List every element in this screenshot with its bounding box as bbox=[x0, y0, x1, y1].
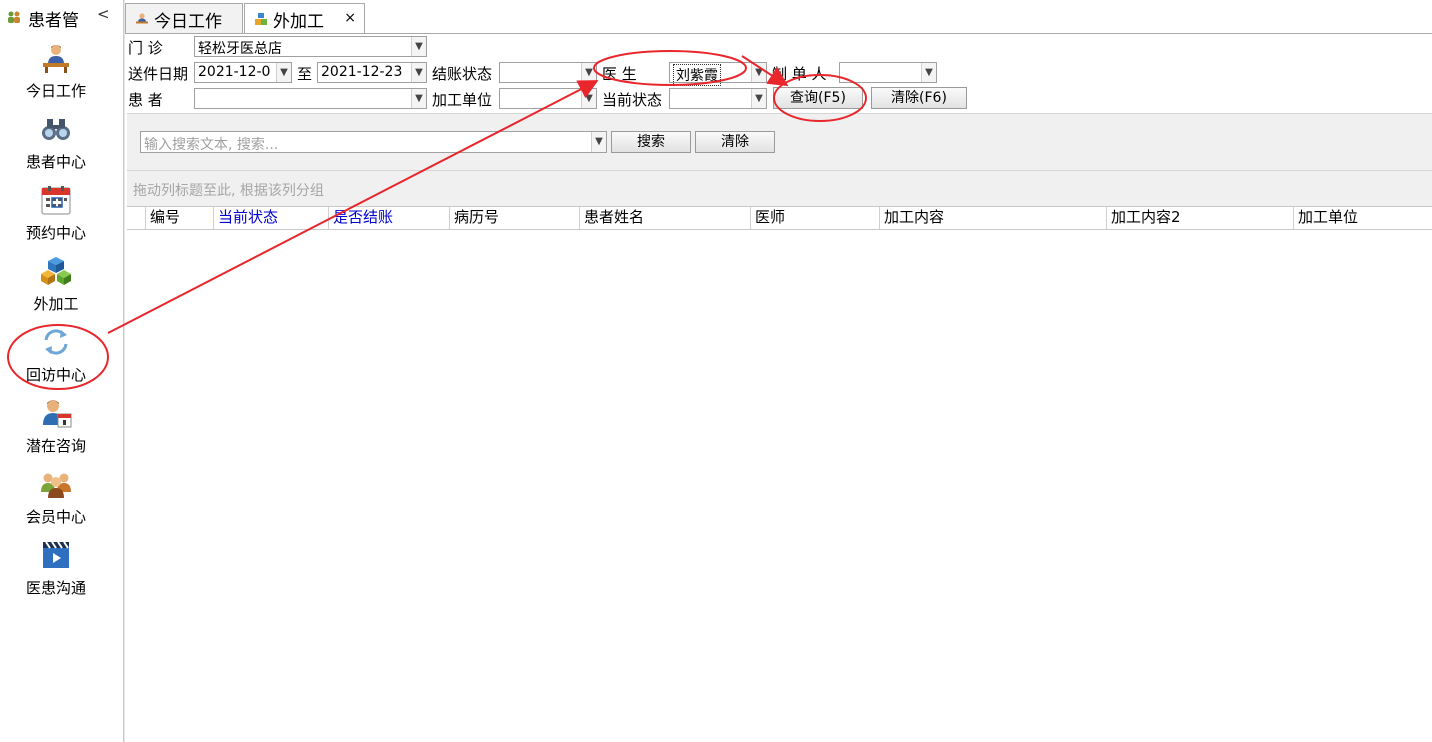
clinic-label: 门 诊 bbox=[128, 39, 163, 57]
chevron-down-icon[interactable]: ▼ bbox=[411, 89, 426, 108]
doctor-label: 医 生 bbox=[602, 65, 637, 83]
tab-outsourcing[interactable]: 外加工 × bbox=[244, 3, 365, 34]
sidebar-item-outsourcing[interactable]: 外加工 bbox=[0, 255, 112, 321]
column-header-record-no[interactable]: 病历号 bbox=[450, 207, 580, 229]
lab-select[interactable]: ▼ bbox=[499, 88, 597, 109]
search-button[interactable]: 搜索 bbox=[611, 131, 691, 153]
lab-label: 加工单位 bbox=[432, 91, 493, 109]
chevron-down-icon[interactable]: ▼ bbox=[276, 63, 291, 82]
sidebar-item-appointment-center[interactable]: 预约中心 bbox=[0, 184, 112, 250]
sidebar-item-followup-center[interactable]: 回访中心 bbox=[0, 326, 112, 392]
chevron-down-icon[interactable]: ▼ bbox=[751, 89, 766, 108]
chevron-down-icon[interactable]: ▼ bbox=[921, 63, 936, 82]
clinic-value: 轻松牙医总店 bbox=[198, 41, 282, 57]
grid-body[interactable] bbox=[127, 230, 1432, 742]
group-by-hint: 拖动列标题至此, 根据该列分组 bbox=[133, 183, 324, 199]
sidebar-item-today-work[interactable]: 今日工作 bbox=[0, 42, 112, 108]
column-header-id[interactable]: 编号 bbox=[146, 207, 214, 229]
sidebar-item-member-center[interactable]: 会员中心 bbox=[0, 468, 112, 534]
clinic-select[interactable]: 轻松牙医总店 ▼ bbox=[194, 36, 427, 57]
sidebar-item-patient-center[interactable]: 患者中心 bbox=[0, 113, 112, 179]
send-date-label: 送件日期 bbox=[128, 65, 189, 83]
people-group-icon bbox=[8, 11, 20, 23]
sidebar-item-label: 回访中心 bbox=[25, 366, 86, 384]
patient-select[interactable]: ▼ bbox=[194, 88, 427, 109]
column-header-patient-name[interactable]: 患者姓名 bbox=[580, 207, 751, 229]
sidebar-item-label: 今日工作 bbox=[25, 82, 86, 100]
chevron-down-icon[interactable]: ▼ bbox=[581, 63, 596, 82]
chevron-down-icon[interactable]: ▼ bbox=[411, 63, 426, 82]
date-from-value: 2021-12-0 bbox=[198, 64, 271, 80]
sidebar-header: 患者管 < bbox=[0, 0, 122, 34]
search-input[interactable]: 输入搜索文本, 搜索... ▼ bbox=[140, 131, 607, 153]
tab-today-work[interactable]: 今日工作 bbox=[125, 3, 243, 33]
current-status-select[interactable]: ▼ bbox=[669, 88, 767, 109]
query-button[interactable]: 查询(F5) bbox=[773, 87, 863, 109]
sidebar-item-label: 潜在咨询 bbox=[25, 437, 86, 455]
column-header-current-status[interactable]: 当前状态 bbox=[214, 207, 329, 229]
refresh-cycle-icon bbox=[44, 329, 68, 355]
collapse-sidebar-icon[interactable]: < bbox=[97, 5, 110, 23]
maker-select[interactable]: ▼ bbox=[839, 62, 937, 83]
column-header-work-content[interactable]: 加工内容 bbox=[880, 207, 1107, 229]
clear-search-button[interactable]: 清除 bbox=[695, 131, 775, 153]
chevron-down-icon[interactable]: ▼ bbox=[581, 89, 596, 108]
close-tab-icon[interactable]: × bbox=[344, 10, 356, 26]
date-to-picker[interactable]: 2021-12-23 ▼ bbox=[317, 62, 427, 83]
tab-label: 外加工 bbox=[273, 12, 324, 32]
settle-status-label: 结账状态 bbox=[432, 65, 493, 83]
calendar-icon bbox=[41, 186, 71, 215]
sidebar-item-label: 外加工 bbox=[33, 295, 79, 313]
cubes-icon bbox=[41, 257, 71, 285]
maker-label: 制 单 人 bbox=[772, 65, 827, 83]
sidebar: 患者管 < 今日工作 患者中心 预约中心 外加工 回访中心 潜在咨询 会员中心 … bbox=[0, 0, 122, 742]
column-header-settled[interactable]: 是否结账 bbox=[329, 207, 450, 229]
doctor-value: 刘紫霞 bbox=[673, 64, 721, 86]
worker-desk-icon bbox=[43, 45, 69, 73]
column-header-lab[interactable]: 加工单位 bbox=[1294, 207, 1432, 229]
column-header-doctor[interactable]: 医师 bbox=[751, 207, 880, 229]
cubes-icon bbox=[255, 13, 267, 25]
current-status-label: 当前状态 bbox=[602, 91, 663, 109]
chevron-down-icon[interactable]: ▼ bbox=[411, 37, 426, 56]
sidebar-title: 患者管 bbox=[28, 11, 79, 31]
grid-header: 编号 当前状态 是否结账 病历号 患者姓名 医师 加工内容 加工内容2 加工单位 bbox=[127, 206, 1432, 230]
sidebar-item-label: 预约中心 bbox=[25, 224, 86, 242]
tab-bar: 今日工作 外加工 × bbox=[125, 3, 1432, 34]
sidebar-item-doctor-patient-comm[interactable]: 医患沟通 bbox=[0, 539, 112, 605]
doctor-select[interactable]: 刘紫霞 ▼ bbox=[669, 62, 767, 86]
chevron-down-icon[interactable]: ▼ bbox=[591, 132, 606, 152]
column-header-work-content-2[interactable]: 加工内容2 bbox=[1107, 207, 1294, 229]
video-clapper-icon bbox=[43, 541, 69, 568]
sidebar-item-label: 会员中心 bbox=[25, 508, 86, 526]
date-from-picker[interactable]: 2021-12-0 ▼ bbox=[194, 62, 292, 83]
search-panel: 输入搜索文本, 搜索... ▼ 搜索 清除 bbox=[127, 113, 1432, 171]
sidebar-item-label: 医患沟通 bbox=[25, 579, 86, 597]
sidebar-divider[interactable] bbox=[123, 0, 125, 742]
chevron-down-icon[interactable]: ▼ bbox=[751, 63, 766, 82]
settle-status-select[interactable]: ▼ bbox=[499, 62, 597, 83]
tab-label: 今日工作 bbox=[154, 12, 222, 32]
to-label: 至 bbox=[297, 65, 313, 83]
row-indicator-header bbox=[127, 207, 146, 229]
person-calendar-icon bbox=[43, 400, 72, 428]
clear-filters-button[interactable]: 清除(F6) bbox=[871, 87, 967, 109]
worker-desk-icon bbox=[136, 13, 148, 24]
date-to-value: 2021-12-23 bbox=[321, 64, 403, 80]
sidebar-item-label: 患者中心 bbox=[25, 153, 86, 171]
sidebar-item-potential-consult[interactable]: 潜在咨询 bbox=[0, 397, 112, 463]
search-placeholder: 输入搜索文本, 搜索... bbox=[144, 137, 279, 153]
group-members-icon bbox=[41, 473, 71, 498]
group-by-panel[interactable]: 拖动列标题至此, 根据该列分组 bbox=[127, 171, 1432, 206]
binoculars-icon bbox=[42, 119, 70, 140]
tab-bar-border bbox=[125, 33, 1432, 34]
patient-label: 患 者 bbox=[128, 91, 163, 109]
